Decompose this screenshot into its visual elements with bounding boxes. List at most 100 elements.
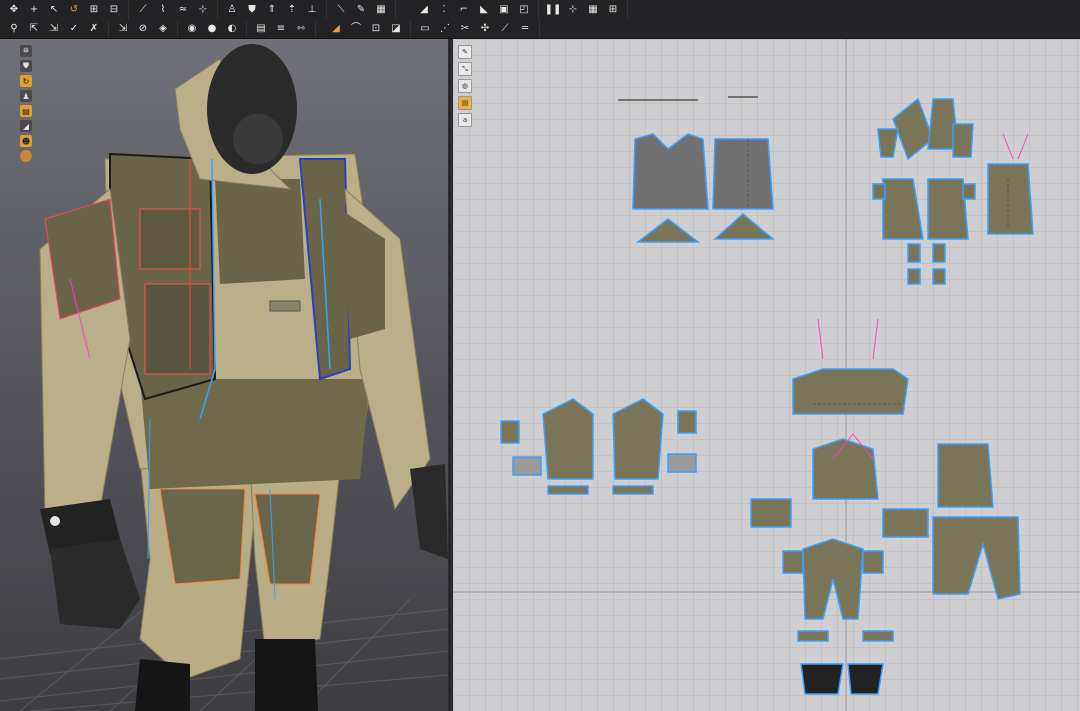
- pattern-boot-cover-right: [847, 663, 884, 695]
- 3d-tool-column: ⛯ ⛊ ↻ ♟ ▤ ◢ ☻: [20, 45, 32, 162]
- select-mesh-icon[interactable]: ⊡: [369, 23, 383, 35]
- pen-icon[interactable]: ⟍: [334, 4, 348, 16]
- pattern-sleeve-right: [612, 398, 664, 480]
- pins-icon[interactable]: ⇡: [285, 4, 299, 16]
- segment-sew-icon[interactable]: ⌇: [156, 4, 170, 16]
- ball-icon[interactable]: [20, 150, 32, 162]
- avatar-icon[interactable]: ♟: [20, 90, 32, 102]
- pattern-hem-2: [862, 630, 894, 642]
- toolbar-group-3d-select: ✥ + ↖ ↺ ⊞ ⊟: [0, 0, 129, 20]
- pin-icon[interactable]: ⊹: [196, 4, 210, 16]
- move-icon[interactable]: ✥: [7, 4, 21, 16]
- pattern-vest-front-right: [927, 178, 969, 240]
- hanger-icon[interactable]: ⛯: [20, 45, 32, 57]
- pattern-vest-front-left: [882, 178, 924, 240]
- 3d-scene: [0, 44, 448, 711]
- layer-down-icon[interactable]: ⇲: [47, 23, 61, 35]
- free-sew-icon[interactable]: ≈: [176, 4, 190, 16]
- internal-icon[interactable]: ◰: [517, 4, 531, 16]
- reset-icon[interactable]: ✗: [87, 23, 101, 35]
- pattern-pocket-2: [932, 243, 946, 263]
- transform-icon[interactable]: ⊞: [87, 4, 101, 16]
- grid-icon[interactable]: ▦: [374, 4, 388, 16]
- select-2d-icon[interactable]: ◢: [417, 4, 431, 16]
- pattern-side-right: [882, 508, 929, 538]
- check-icon[interactable]: ✓: [67, 23, 81, 35]
- grid-2d-icon[interactable]: ▦: [586, 4, 600, 16]
- pressure-icon[interactable]: ▤: [254, 23, 268, 35]
- tape-icon[interactable]: ⊘: [136, 23, 150, 35]
- cut-icon[interactable]: ✂: [458, 23, 472, 35]
- pattern-shirt-back: [712, 138, 774, 210]
- pattern-pocket-5: [872, 183, 886, 200]
- ruler-icon[interactable]: ═: [518, 23, 532, 35]
- pattern-knee-2: [862, 550, 884, 574]
- 3d-viewport[interactable]: ⛯ ⛊ ↻ ♟ ▤ ◢ ☻: [0, 39, 448, 711]
- symmetric-icon[interactable]: ⋰: [438, 23, 452, 35]
- select-pattern-icon[interactable]: ↖: [47, 4, 61, 16]
- rule-icon[interactable]: ⇿: [294, 23, 308, 35]
- transform-2d-icon[interactable]: ⁚: [437, 4, 451, 16]
- rotate-icon[interactable]: ↺: [67, 4, 81, 16]
- seam-icon[interactable]: ✣: [478, 23, 492, 35]
- pattern-vest-piece-4: [877, 128, 899, 158]
- edit-points-icon[interactable]: ⌐: [457, 4, 471, 16]
- arrow-up-icon[interactable]: ⇑: [265, 4, 279, 16]
- 2d-pattern-canvas: [453, 39, 1080, 711]
- arrange-icon[interactable]: ⚲: [7, 23, 21, 35]
- texture-icon[interactable]: ▭: [418, 23, 432, 35]
- toolbar-group-columns: ❚❚ ⊹ ▦ ⊞: [539, 0, 628, 20]
- pin-2d-icon[interactable]: ⊹: [566, 4, 580, 16]
- eraser-icon[interactable]: ◢: [20, 120, 32, 132]
- rectangle-icon[interactable]: ▣: [497, 4, 511, 16]
- curve-icon[interactable]: ⌒: [349, 23, 363, 35]
- circle-icon[interactable]: ◉: [185, 23, 199, 35]
- hand-icon[interactable]: ≡: [274, 23, 288, 35]
- fold-icon[interactable]: ⊟: [107, 4, 121, 16]
- pattern-pocket-3: [907, 268, 921, 285]
- pleat-icon[interactable]: ⟋: [498, 23, 512, 35]
- shirt-icon[interactable]: ⛊: [245, 4, 259, 16]
- pattern-boot-cover-left: [800, 663, 844, 695]
- text-icon[interactable]: a: [458, 113, 472, 127]
- toolbar-group-2d-select: ◢ ⁚ ⌐ ◣ ▣ ◰: [410, 0, 539, 20]
- pattern-pants-front: [802, 538, 864, 620]
- sew-icon[interactable]: ⟋: [136, 4, 150, 16]
- layer-icon[interactable]: ▤: [458, 96, 472, 110]
- shirt-icon[interactable]: ⛊: [20, 60, 32, 72]
- loop-icon[interactable]: ↻: [20, 75, 32, 87]
- gauge-icon[interactable]: ◈: [156, 23, 170, 35]
- boot-left: [135, 659, 190, 711]
- pattern-strap-b: [612, 485, 654, 495]
- transform-icon[interactable]: ⤡: [458, 62, 472, 76]
- add-point-icon[interactable]: ◢: [329, 23, 343, 35]
- polygon-icon[interactable]: ◣: [477, 4, 491, 16]
- measure-icon[interactable]: ⇲: [116, 23, 130, 35]
- toolbar-group-2d-draw: ◢ ⌒ ⊡ ◪: [322, 20, 411, 38]
- avatar-icon[interactable]: ♙: [225, 4, 239, 16]
- trace-icon[interactable]: ◪: [389, 23, 403, 35]
- main-toolbar-bottom: ⚲ ⇱ ⇲ ✓ ✗ ⇲ ⊘ ◈ ◉ ● ◐ ▤ ≡ ⇿ ◢ ⌒ ⊡ ◪ ▭ ⋰ …: [0, 20, 1080, 39]
- 2d-pattern-window[interactable]: ✎ ⤡ ◍ ▤ a: [453, 39, 1080, 711]
- lower-torso: [140, 379, 370, 489]
- pen-icon[interactable]: ✎: [458, 45, 472, 59]
- columns-icon[interactable]: ❚❚: [545, 4, 562, 16]
- pattern-pocket-1: [907, 243, 921, 263]
- pattern-shirt-front: [632, 133, 709, 210]
- circle-icon[interactable]: ◍: [458, 79, 472, 93]
- pattern-hem-1: [797, 630, 829, 642]
- tack-icon[interactable]: ⊥: [305, 4, 319, 16]
- grid2-icon[interactable]: ⊞: [606, 4, 620, 16]
- translate-icon[interactable]: +: [27, 4, 41, 16]
- record-icon[interactable]: ◐: [225, 23, 239, 35]
- layer-up-icon[interactable]: ⇱: [27, 23, 41, 35]
- person-icon[interactable]: ☻: [20, 135, 32, 147]
- dot-icon[interactable]: ●: [205, 23, 219, 35]
- 2d-tool-column: ✎ ⤡ ◍ ▤ a: [458, 45, 472, 127]
- toolbar-group-measure: ⇲ ⊘ ◈: [109, 20, 178, 38]
- edit-icon[interactable]: ✎: [354, 4, 368, 16]
- garment-icon[interactable]: ▤: [20, 105, 32, 117]
- toolbar-group-pressure: ▤ ≡ ⇿: [247, 20, 316, 38]
- pattern-knee-1: [782, 550, 804, 574]
- vest-pocket-lower: [144, 283, 211, 375]
